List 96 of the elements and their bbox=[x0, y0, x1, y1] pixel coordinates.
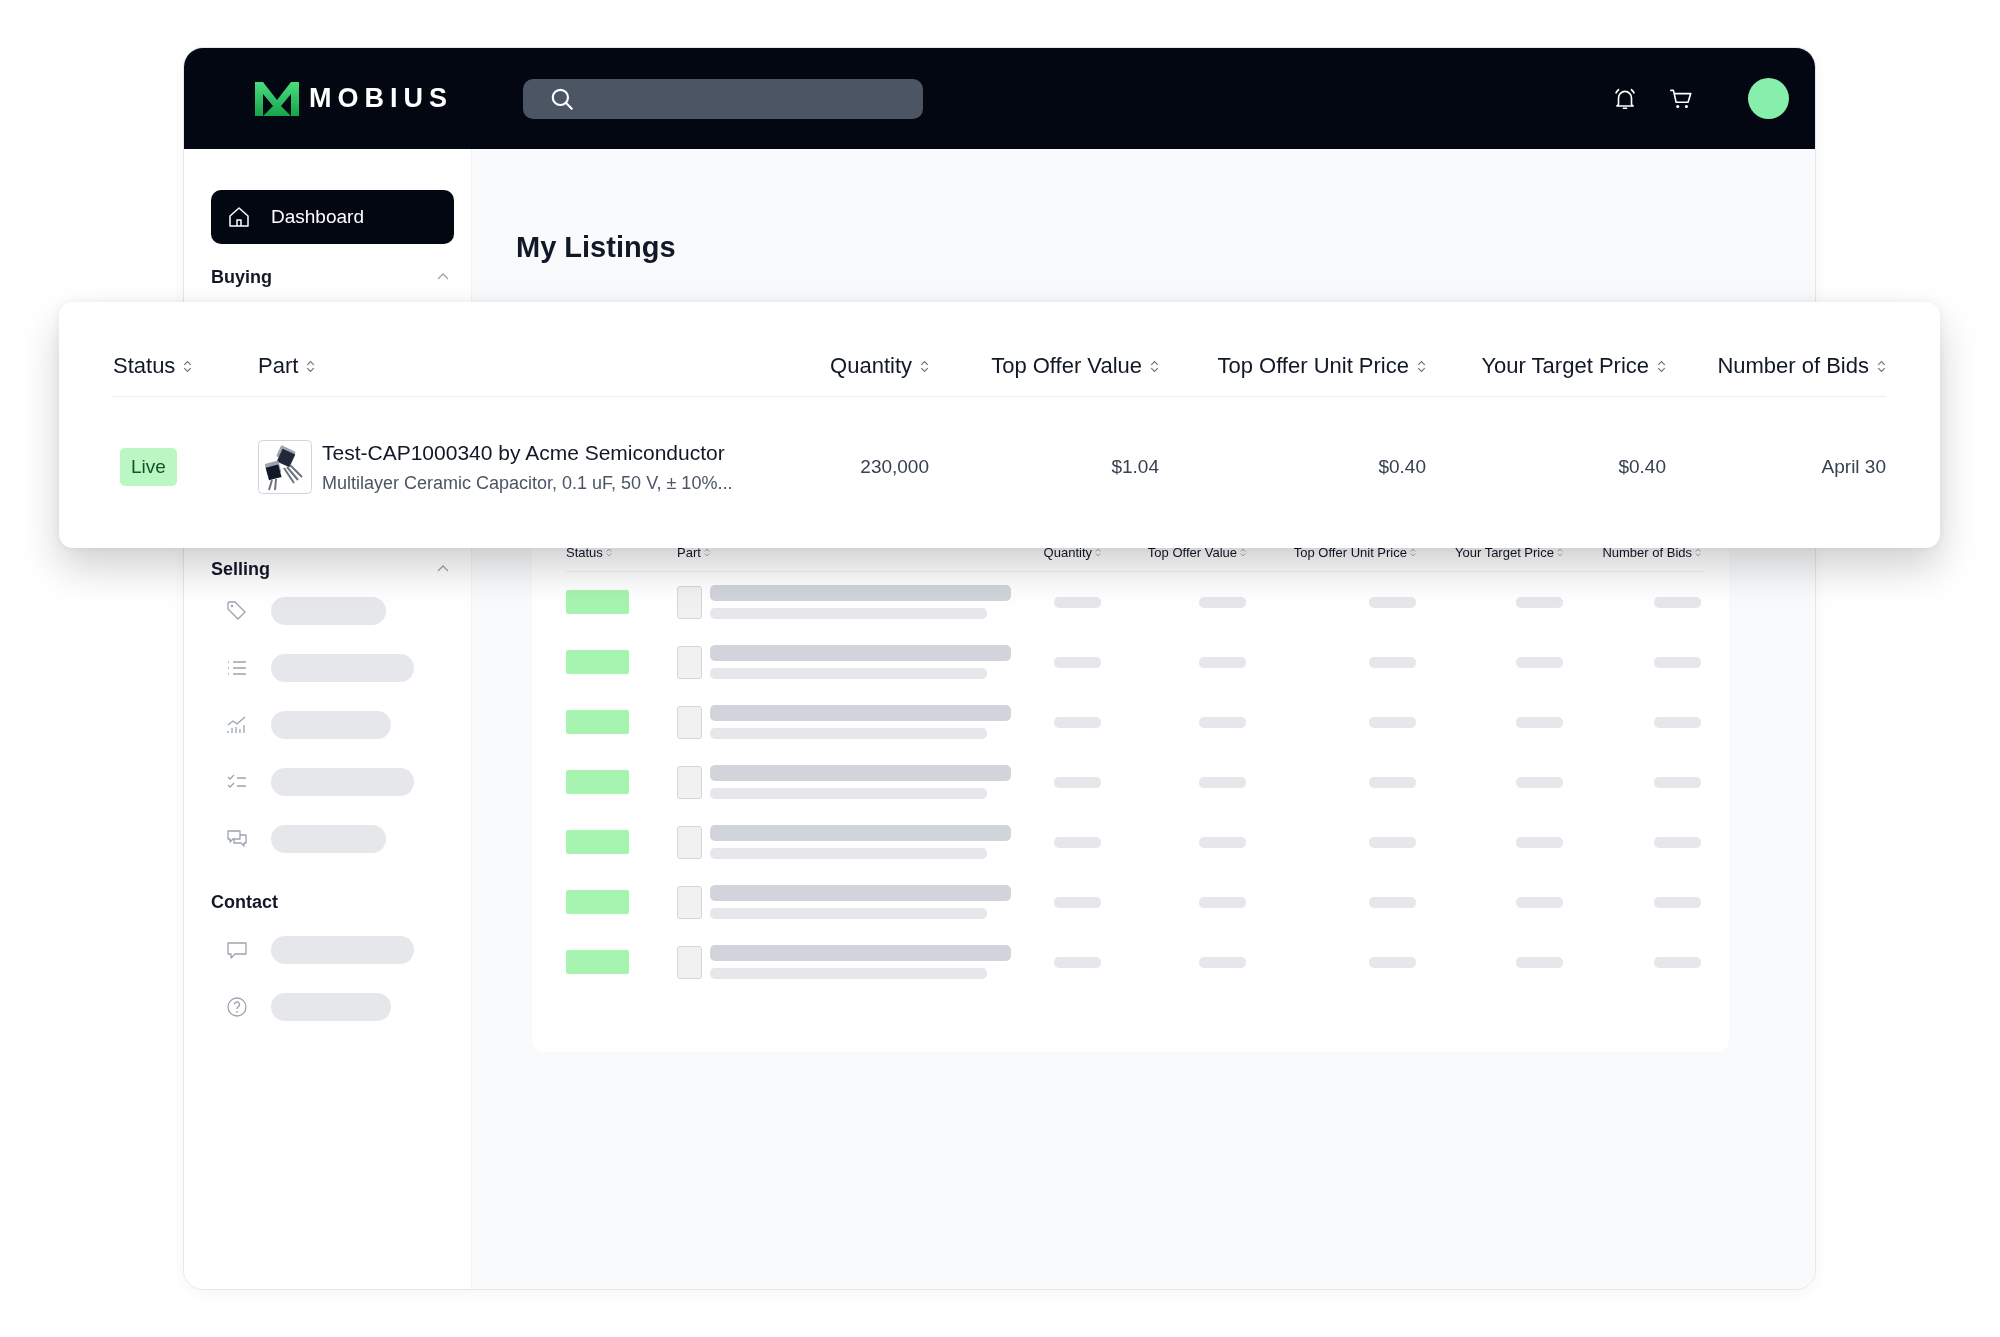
help-icon bbox=[225, 994, 249, 1019]
skeleton-bar bbox=[1369, 956, 1416, 968]
column-header[interactable]: Quantity bbox=[784, 353, 929, 379]
table-cell-text: 230,000 bbox=[859, 456, 929, 478]
status-badge: Live bbox=[120, 448, 177, 486]
skeleton-bar bbox=[1516, 956, 1563, 968]
sort-icon bbox=[1240, 547, 1246, 557]
skeleton-thumbnail bbox=[677, 825, 702, 859]
skeleton-bar bbox=[1654, 596, 1701, 608]
sort-icon bbox=[1657, 359, 1666, 373]
skeleton-thumbnail bbox=[677, 705, 702, 739]
part-name[interactable]: Test-CAP1000340 by Acme Semiconductor bbox=[322, 440, 733, 465]
table-cell-text: April 30 bbox=[1820, 456, 1886, 478]
skeleton-bar bbox=[1369, 656, 1416, 668]
skeleton-thumbnail bbox=[677, 945, 702, 979]
skeleton-bar bbox=[1199, 716, 1246, 728]
skeleton-bar bbox=[1654, 776, 1701, 788]
sort-icon bbox=[1095, 547, 1101, 557]
sort-icon bbox=[1695, 547, 1701, 557]
section-title: Contact bbox=[211, 891, 278, 913]
column-header[interactable]: Your Target Price bbox=[1426, 353, 1666, 379]
skeleton-bar bbox=[1369, 596, 1416, 608]
table-cell-text: $0.40 bbox=[1617, 456, 1666, 478]
dashboard-button[interactable]: Dashboard bbox=[211, 190, 454, 244]
home-icon bbox=[227, 205, 251, 229]
skeleton-bar bbox=[1199, 896, 1246, 908]
sort-icon bbox=[1557, 547, 1563, 557]
column-header[interactable]: Your Target Price bbox=[1416, 544, 1563, 560]
skeleton-badge bbox=[566, 710, 629, 734]
column-header[interactable]: Part bbox=[677, 544, 1011, 560]
skeleton-bar bbox=[1654, 716, 1701, 728]
skeleton-bar bbox=[1054, 656, 1101, 668]
part-description: Multilayer Ceramic Capacitor, 0.1 uF, 50 V, ± 10%... bbox=[322, 472, 733, 494]
skeleton-bar bbox=[1654, 656, 1701, 668]
skeleton-bar bbox=[1199, 656, 1246, 668]
skeleton-thumbnail bbox=[677, 885, 702, 919]
sort-icon bbox=[1150, 359, 1159, 373]
skeleton-bar bbox=[1369, 896, 1416, 908]
skeleton-badge bbox=[566, 770, 629, 794]
skeleton-thumbnail bbox=[677, 585, 702, 619]
skeleton-badge bbox=[566, 890, 629, 914]
skeleton-bar bbox=[1369, 776, 1416, 788]
skeleton-bar bbox=[1199, 596, 1246, 608]
sort-icon bbox=[183, 359, 193, 373]
skeleton-badge bbox=[566, 950, 629, 974]
skeleton-badge bbox=[566, 590, 629, 614]
skeleton-bar bbox=[1654, 896, 1701, 908]
sort-icon bbox=[1877, 359, 1886, 373]
column-header[interactable]: Number of Bids bbox=[1563, 544, 1701, 560]
skeleton-bar bbox=[1369, 836, 1416, 848]
column-header[interactable]: Part bbox=[258, 353, 784, 379]
sort-icon bbox=[703, 547, 710, 557]
search-field[interactable] bbox=[523, 78, 923, 119]
skeleton-bar bbox=[1654, 836, 1701, 848]
skeleton-bar bbox=[1054, 896, 1101, 908]
skeleton-bar bbox=[1516, 596, 1563, 608]
skeleton-bar bbox=[1516, 716, 1563, 728]
column-header[interactable]: Top Offer Value bbox=[929, 353, 1159, 379]
skeleton-thumbnail bbox=[677, 645, 702, 679]
skeleton-bar bbox=[1516, 656, 1563, 668]
skeleton-bar bbox=[1654, 956, 1701, 968]
section-title: Buying bbox=[211, 266, 272, 288]
column-header[interactable]: Top Offer Unit Price bbox=[1246, 544, 1416, 560]
skeleton-bar bbox=[1054, 716, 1101, 728]
sort-icon bbox=[1410, 547, 1416, 557]
logo-icon bbox=[253, 79, 301, 118]
skeleton-bar bbox=[1054, 596, 1101, 608]
page-title: My Listings bbox=[516, 230, 677, 265]
skeleton-bar bbox=[1516, 776, 1563, 788]
column-header[interactable]: Status bbox=[566, 544, 677, 560]
section-title: Selling bbox=[211, 558, 270, 580]
column-header[interactable]: Top Offer Value bbox=[1101, 544, 1246, 560]
sort-icon bbox=[306, 359, 316, 373]
skeleton-badge bbox=[566, 650, 629, 674]
table-cell-text: $1.04 bbox=[1110, 456, 1159, 478]
column-header[interactable]: Status bbox=[113, 353, 258, 379]
skeleton-bar bbox=[1199, 836, 1246, 848]
skeleton-bar bbox=[1199, 956, 1246, 968]
skeleton-bar bbox=[1199, 776, 1246, 788]
column-header[interactable]: Quantity bbox=[1011, 544, 1101, 560]
logo-text: MOBIUS bbox=[309, 83, 453, 114]
skeleton-bar bbox=[1054, 776, 1101, 788]
skeleton-badge bbox=[566, 830, 629, 854]
skeleton-bar bbox=[1054, 836, 1101, 848]
skeleton-bar bbox=[1516, 836, 1563, 848]
sort-icon bbox=[605, 547, 612, 557]
column-header[interactable]: Number of Bids bbox=[1666, 353, 1886, 379]
column-header[interactable]: Top Offer Unit Price bbox=[1159, 353, 1426, 379]
skeleton-bar bbox=[1516, 896, 1563, 908]
skeleton-bar bbox=[1054, 956, 1101, 968]
avatar[interactable] bbox=[1748, 78, 1789, 119]
table-cell-text: $0.40 bbox=[1377, 456, 1426, 478]
sort-icon bbox=[1417, 359, 1426, 373]
skeleton-thumbnail bbox=[677, 765, 702, 799]
skeleton-bar bbox=[1369, 716, 1416, 728]
sort-icon bbox=[920, 359, 929, 373]
